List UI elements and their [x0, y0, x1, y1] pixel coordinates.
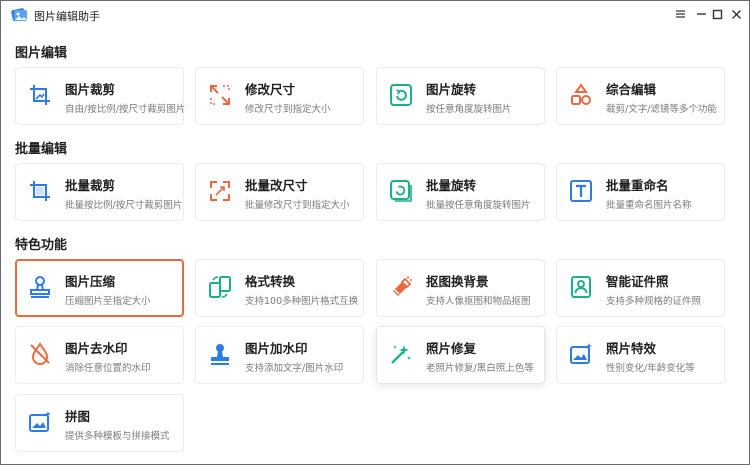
card-title: 批量重命名: [606, 178, 669, 193]
collage-icon: [29, 411, 51, 432]
card-title: 拼图: [65, 409, 91, 424]
title-bar: 图片编辑助手: [1, 1, 749, 29]
card-image-crop[interactable]: 图片裁剪 自由/按比例/按尺寸裁剪图片: [15, 67, 186, 125]
card-desc: 支持100多种图片格式互换: [245, 296, 359, 307]
app-title: 图片编辑助手: [34, 10, 100, 23]
card-title: 图片去水印: [65, 341, 128, 356]
card-title: 图片压缩: [65, 274, 116, 289]
rotate-icon: [390, 84, 412, 106]
card-rotate[interactable]: 图片旋转 按任意角度旋转图片: [376, 67, 545, 125]
card-title: 图片裁剪: [65, 82, 116, 97]
convert-icon: [209, 276, 231, 298]
card-composite-edit[interactable]: 综合编辑 裁剪/文字/滤镜等多个功能: [556, 67, 725, 125]
section-title-image-edit: 图片编辑: [15, 46, 68, 61]
maximize-button[interactable]: [708, 5, 726, 23]
card-title: 批量旋转: [426, 178, 477, 193]
card-title: 修改尺寸: [245, 82, 296, 97]
card-desc: 支持多种规格的证件照: [606, 296, 702, 307]
card-remove-watermark[interactable]: 图片去水印 消除任意位置的水印: [15, 326, 184, 384]
card-desc: 批量重命名图片名称: [606, 200, 692, 211]
card-desc: 修改尺寸到指定大小: [245, 104, 331, 115]
close-icon: [731, 9, 741, 19]
card-title: 批量改尺寸: [245, 178, 308, 193]
card-title: 智能证件照: [606, 274, 669, 289]
card-desc: 批量按任意角度旋转图片: [426, 200, 531, 211]
card-desc: 自由/按比例/按尺寸裁剪图片: [65, 104, 186, 115]
minimize-icon: [696, 13, 706, 15]
card-desc: 支持人像抠图和物品抠图: [426, 296, 531, 307]
card-title: 照片特效: [606, 341, 657, 356]
section-title-features: 特色功能: [15, 238, 68, 253]
card-title: 图片加水印: [245, 341, 308, 356]
app-window: 图片编辑助手 图片编辑 图片裁剪 自由/按比例/按尺寸裁剪图片 修改尺寸 修改尺…: [0, 0, 750, 465]
batch-resize-icon: [210, 181, 230, 201]
photo-effect-icon: [570, 343, 592, 364]
card-batch-rename[interactable]: 批量重命名 批量重命名图片名称: [556, 163, 725, 221]
batch-crop-icon: [30, 181, 50, 201]
card-title: 照片修复: [426, 341, 477, 356]
card-batch-resize[interactable]: 批量改尺寸 批量修改尺寸到指定大小: [195, 163, 364, 221]
card-desc: 裁剪/文字/滤镜等多个功能: [606, 104, 717, 115]
card-desc: 批量按比例/按尺寸裁剪图片: [65, 200, 183, 211]
card-desc: 提供多种模板与拼接模式: [65, 431, 170, 442]
compress-stamp-icon: [30, 276, 50, 298]
card-batch-rotate[interactable]: 批量旋转 批量按任意角度旋转图片: [376, 163, 545, 221]
menu-icon: [675, 10, 685, 18]
card-title: 综合编辑: [606, 82, 657, 97]
id-photo-icon: [571, 276, 591, 298]
card-batch-crop[interactable]: 批量裁剪 批量按比例/按尺寸裁剪图片: [15, 163, 184, 221]
crop-icon: [30, 85, 50, 105]
card-desc: 消除任意位置的水印: [65, 363, 151, 374]
card-matting[interactable]: 抠图换背景 支持人像抠图和物品抠图: [376, 259, 545, 317]
app-logo-icon: [11, 8, 27, 21]
card-collage[interactable]: 拼图 提供多种模板与拼接模式: [15, 394, 184, 452]
card-desc: 按任意角度旋转图片: [426, 104, 512, 115]
card-desc: 压缩图片至指定大小: [65, 296, 151, 307]
card-desc: 性别变化/年龄变化等: [606, 363, 695, 374]
eraser-icon: [393, 276, 412, 296]
card-title: 抠图换背景: [426, 274, 489, 289]
card-desc: 支持添加文字/图片水印: [245, 363, 344, 374]
card-format-convert[interactable]: 格式转换 支持100多种图片格式互换: [195, 259, 364, 317]
drop-off-icon: [30, 342, 50, 365]
card-photo-effect[interactable]: 照片特效 性别变化/年龄变化等: [556, 326, 725, 384]
card-title: 批量裁剪: [65, 178, 116, 193]
card-image-compress[interactable]: 图片压缩 压缩图片至指定大小: [15, 259, 184, 317]
magic-wand-icon: [391, 345, 411, 364]
card-title: 格式转换: [245, 274, 296, 289]
maximize-icon: [712, 9, 722, 19]
shapes-icon: [571, 83, 591, 105]
card-resize[interactable]: 修改尺寸 修改尺寸到指定大小: [195, 67, 364, 125]
section-title-batch-edit: 批量编辑: [15, 142, 68, 157]
card-id-photo[interactable]: 智能证件照 支持多种规格的证件照: [556, 259, 725, 317]
batch-rotate-icon: [390, 180, 412, 202]
rename-icon: [570, 180, 592, 202]
card-desc: 老照片修复/黑白照上色等: [426, 363, 534, 374]
card-desc: 批量修改尺寸到指定大小: [245, 200, 350, 211]
watermark-stamp-icon: [211, 344, 229, 365]
close-button[interactable]: [727, 5, 745, 23]
resize-icon: [210, 85, 230, 105]
card-photo-repair[interactable]: 照片修复 老照片修复/黑白照上色等: [376, 326, 545, 384]
menu-button[interactable]: [671, 5, 689, 23]
card-title: 图片旋转: [426, 82, 477, 97]
card-add-watermark[interactable]: 图片加水印 支持添加文字/图片水印: [195, 326, 364, 384]
